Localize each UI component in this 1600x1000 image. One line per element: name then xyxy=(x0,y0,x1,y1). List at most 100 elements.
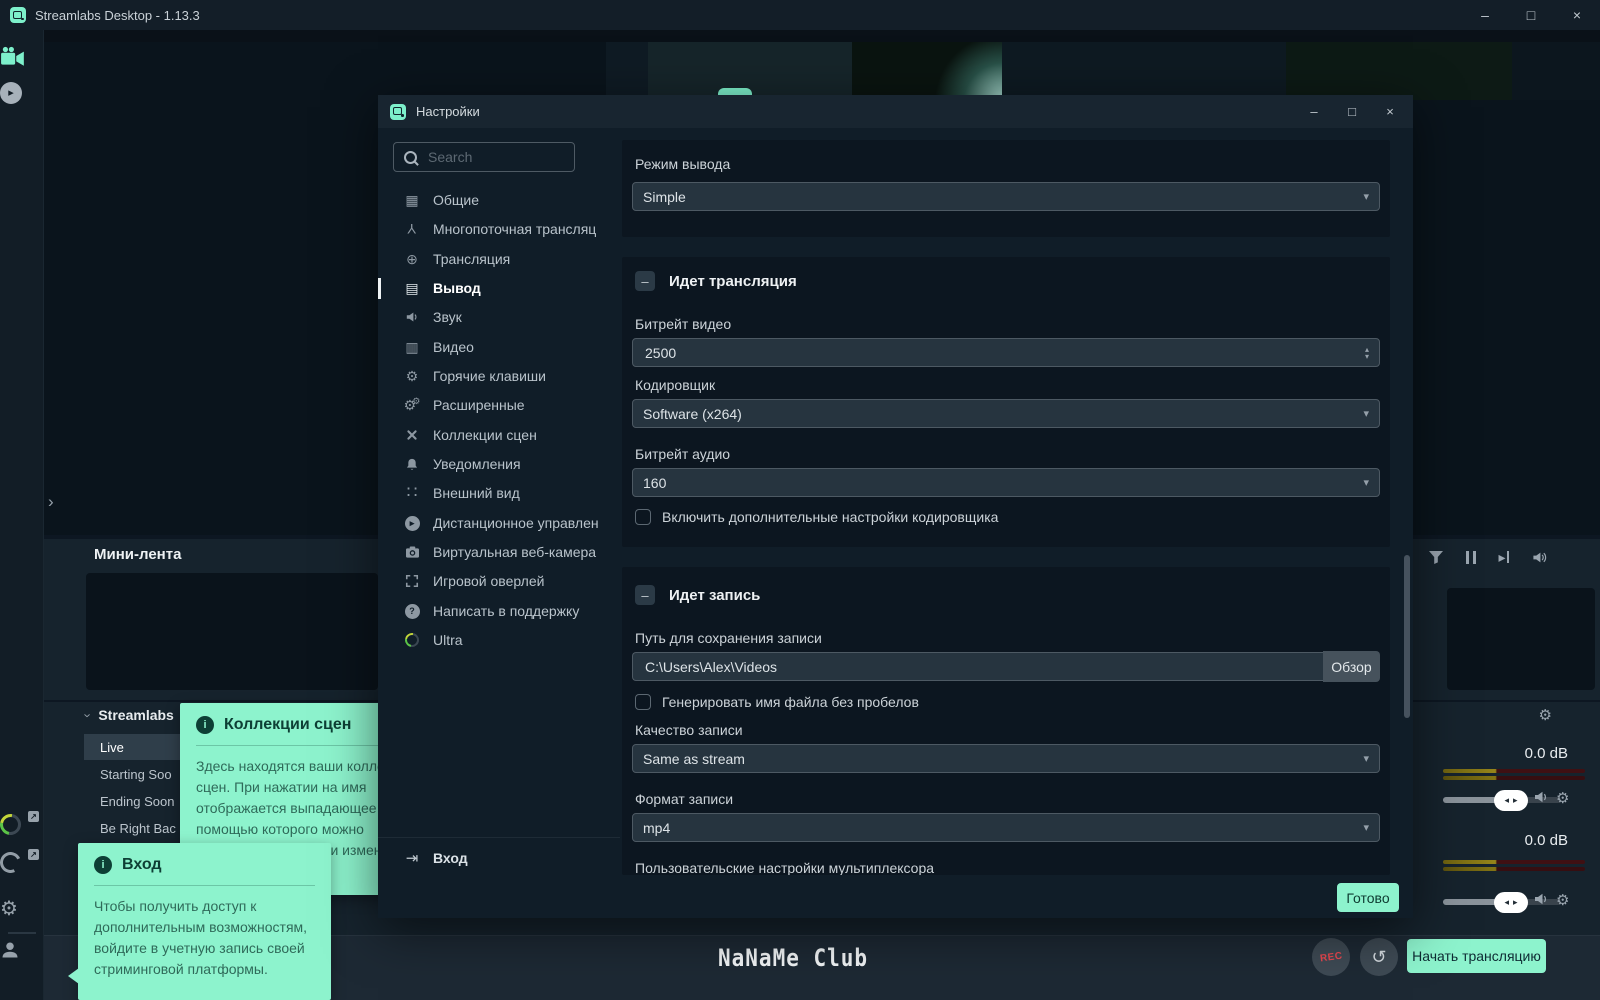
go-live-button[interactable]: Начать трансляцию xyxy=(1407,939,1546,973)
output-mode-panel: Режим вывода Simple ▾ xyxy=(622,140,1390,237)
menu-item-advanced[interactable]: ⚙ ⚙ Расширенные xyxy=(378,392,620,418)
menu-item-scene-collections[interactable]: Коллекции сцен xyxy=(378,422,620,448)
encoder-advanced-checkbox-row[interactable]: Включить дополнительные настройки кодиро… xyxy=(635,509,998,525)
recording-format-select[interactable]: mp4 ▾ xyxy=(632,813,1380,842)
login-icon: ⇥ xyxy=(405,850,419,867)
channel2-gear-icon[interactable]: ⚙ xyxy=(1556,891,1569,909)
bell-icon xyxy=(402,457,422,472)
menu-item-ultra[interactable]: Ultra xyxy=(378,627,620,653)
gears-icon: ⚙ ⚙ xyxy=(403,395,421,413)
channel1-mute-icon[interactable] xyxy=(1533,789,1550,805)
menu-item-video[interactable]: ▥ Видео xyxy=(378,334,620,360)
dialog-minimize-button[interactable]: – xyxy=(1295,95,1333,128)
window-title: Streamlabs Desktop - 1.13.3 xyxy=(35,7,200,23)
grid-icon: ▦ xyxy=(405,191,419,208)
number-spinner[interactable]: ▴ ▾ xyxy=(1365,345,1369,360)
sidebar-expand-chevron[interactable]: › xyxy=(48,492,54,512)
replay-icon: ↺ xyxy=(1371,946,1387,967)
titlebar[interactable]: Streamlabs Desktop - 1.13.3 xyxy=(0,0,1600,30)
login-nav-icon[interactable] xyxy=(0,940,44,965)
tooltip-body: Чтобы получить доступ к дополнительным в… xyxy=(94,898,308,977)
recording-path-value[interactable] xyxy=(643,657,1313,676)
pause-icon[interactable] xyxy=(1466,550,1477,564)
mixer-channel2-slider-handle[interactable]: ◂ ▸ xyxy=(1494,892,1528,913)
menu-item-appearance[interactable]: ∷ Внешний вид xyxy=(378,480,620,506)
dialog-scrollbar[interactable] xyxy=(1404,555,1410,718)
bg-panel xyxy=(1512,42,1600,100)
audio-bitrate-select[interactable]: 160 ▾ xyxy=(632,468,1380,497)
close-button[interactable]: × xyxy=(1554,0,1600,30)
mixer-channel1-slider-handle[interactable]: ◂ ▸ xyxy=(1494,790,1528,811)
menu-item-general[interactable]: ▦ Общие xyxy=(378,187,620,213)
settings-nav-icon[interactable]: ⚙ xyxy=(0,896,44,921)
checkbox[interactable] xyxy=(635,509,651,525)
chevron-down-icon: › xyxy=(80,712,96,718)
dialog-titlebar[interactable]: Настройки xyxy=(378,95,1413,128)
settings-dialog: Настройки – □ × ▦ Общие Y Многопоточная … xyxy=(378,95,1413,918)
record-button[interactable]: REC xyxy=(1312,938,1350,976)
recording-quality-select[interactable]: Same as stream ▾ xyxy=(632,744,1380,773)
menu-item-audio[interactable]: Звук xyxy=(378,304,620,330)
settings-search[interactable] xyxy=(393,142,575,172)
menu-item-stream[interactable]: ⊕ Трансляция xyxy=(378,246,620,272)
scene-collection-header[interactable]: › Streamlabs xyxy=(81,707,174,723)
multistream-icon: Y xyxy=(407,221,417,237)
menu-item-output[interactable]: ▤ Вывод xyxy=(378,275,620,301)
tooltip-title: Коллекции сцен xyxy=(224,716,352,733)
menu-item-login[interactable]: ⇥ Вход xyxy=(378,845,620,871)
themes-nav-icon[interactable]: ↗ xyxy=(0,849,44,878)
output-mode-label: Режим вывода xyxy=(635,156,731,172)
menu-item-notifications[interactable]: Уведомления xyxy=(378,451,620,477)
menu-item-hotkeys[interactable]: ⚙ Горячие клавиши xyxy=(378,363,620,389)
handle-right-arrow-icon: ▸ xyxy=(1513,795,1518,805)
output-icon: ▤ xyxy=(405,279,419,296)
channel1-gear-icon[interactable]: ⚙ xyxy=(1556,789,1569,807)
collapse-button[interactable]: – xyxy=(635,271,655,291)
speaker-icon[interactable] xyxy=(1531,550,1548,565)
play-circle-icon: ▸ xyxy=(402,515,422,531)
editor-nav-icon[interactable] xyxy=(0,46,44,71)
external-link-icon: ↗ xyxy=(28,849,39,860)
ultra-nav-icon[interactable]: ↗ xyxy=(0,809,44,840)
menu-item-remote-control[interactable]: ▸ Дистанционное управлен xyxy=(378,510,620,536)
menu-item-support[interactable]: ? Написать в поддержку xyxy=(378,598,620,624)
minimize-button[interactable]: – xyxy=(1462,0,1508,30)
encoder-select[interactable]: Software (x264) ▾ xyxy=(632,399,1380,428)
checkbox[interactable] xyxy=(635,694,651,710)
video-bitrate-value[interactable] xyxy=(643,343,1365,362)
skip-next-icon[interactable]: ▸ xyxy=(1498,549,1509,566)
mixer-channel2-db: 0.0 dB xyxy=(1524,832,1568,849)
handle-left-arrow-icon: ◂ xyxy=(1504,897,1509,907)
channel2-mute-icon[interactable] xyxy=(1533,891,1550,907)
mixer-channel2-meter2 xyxy=(1443,867,1585,871)
mixer-channel1-meter xyxy=(1443,769,1585,773)
highlighter-nav-icon[interactable]: ▸ xyxy=(0,82,44,104)
muxer-settings-label: Пользовательские настройки мультиплексор… xyxy=(635,860,935,875)
recording-format-label: Формат записи xyxy=(635,791,734,807)
app-window: › Мини-лента ▸ › Streamlabs Live Startin… xyxy=(0,0,1600,1000)
replay-button[interactable]: ↺ xyxy=(1360,938,1398,976)
minifeed-title: Мини-лента xyxy=(94,546,182,563)
video-bitrate-input[interactable]: ▴▾ xyxy=(632,338,1380,367)
canvas-top-strip xyxy=(44,30,1600,42)
menu-item-virtual-webcam[interactable]: Виртуальная веб-камера xyxy=(378,539,620,565)
dialog-maximize-button[interactable]: □ xyxy=(1333,95,1371,128)
menu-item-game-overlay[interactable]: Игровой оверлей xyxy=(378,568,620,594)
search-input[interactable] xyxy=(426,148,560,166)
ultra-icon xyxy=(402,630,422,650)
maximize-button[interactable]: □ xyxy=(1508,0,1554,30)
browse-button[interactable]: Обзор xyxy=(1323,651,1380,682)
recording-path-input[interactable] xyxy=(632,652,1323,681)
filter-icon[interactable] xyxy=(1428,550,1444,565)
dialog-close-button[interactable]: × xyxy=(1371,95,1409,128)
filename-checkbox-row[interactable]: Генерировать имя файла без пробелов xyxy=(635,694,919,710)
recording-quality-label: Качество записи xyxy=(635,722,743,738)
chevron-down-icon: ▾ xyxy=(1363,408,1369,420)
collapse-button[interactable]: – xyxy=(635,585,655,605)
mixer-settings-gear-icon[interactable]: ⚙ xyxy=(1539,706,1552,724)
menu-item-multistream[interactable]: Y Многопоточная трансляц xyxy=(378,216,620,242)
recording-section-header: – Идет запись xyxy=(635,585,760,605)
done-button[interactable]: Готово xyxy=(1337,883,1399,912)
info-icon: i xyxy=(94,856,112,874)
output-mode-select[interactable]: Simple ▾ xyxy=(632,182,1380,211)
